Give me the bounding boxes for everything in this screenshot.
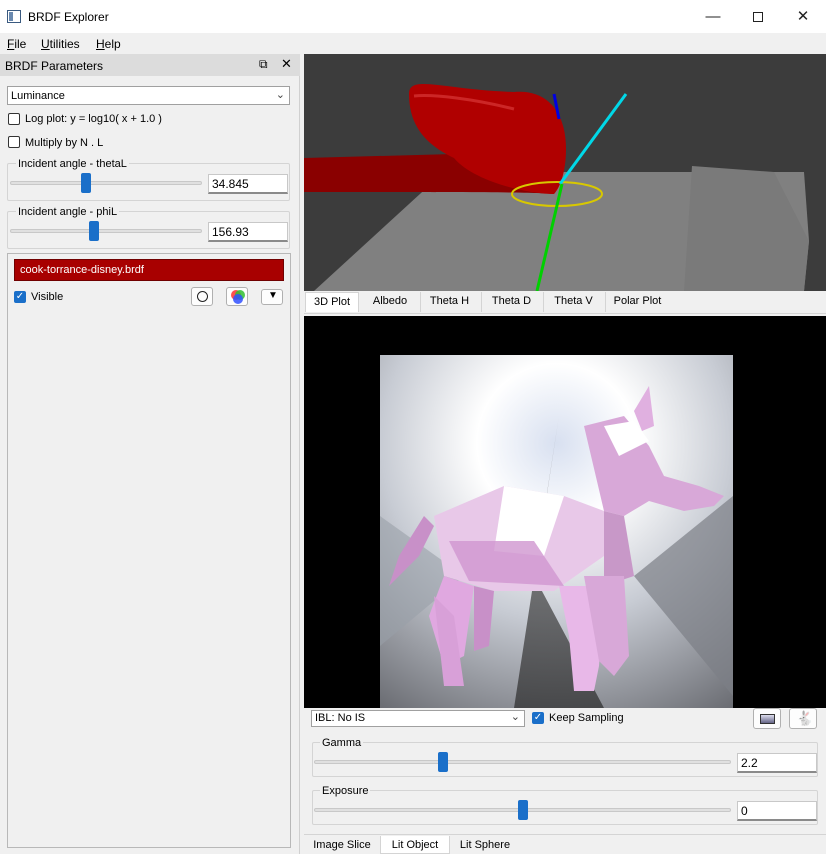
mode-select-value: Luminance [11,90,65,102]
brdf-name: cook-torrance-disney.brdf [20,264,144,276]
gamma-label: Gamma [320,737,364,749]
dock-title: BRDF Parameters [5,59,104,73]
chevron-down-icon: ⌄ [275,89,285,101]
chevron-down-icon: ⌄ [510,711,520,723]
gamma-slider-handle[interactable] [438,752,449,772]
exposure-slider-handle[interactable] [517,800,528,820]
save-image-button[interactable] [753,708,781,729]
visible-checkbox[interactable]: ✓ [14,291,26,303]
color-wheel-icon [231,290,245,304]
lit-object-canvas [380,355,733,708]
maximize-icon [753,12,763,23]
tab-image-slice[interactable]: Image Slice [306,836,378,854]
tab-theta-d[interactable]: Theta D [481,292,541,312]
log-plot-label: Log plot: y = log10( x + 1.0 ) [25,113,162,125]
phi-label: Incident angle - phiL [16,206,120,218]
solo-button[interactable] [191,287,213,306]
menu-file-label: ile [14,37,27,51]
theta-slider-handle[interactable] [81,173,92,193]
load-object-button[interactable]: 🐇 [789,708,817,729]
tab-lit-sphere[interactable]: Lit Sphere [452,836,518,854]
menu-utilities-accel: U [41,37,50,51]
app-icon [7,10,21,23]
menu-file[interactable]: File [7,37,26,51]
dropdown-arrow-icon: ▼ [268,290,278,301]
menu-bar [0,33,826,54]
keep-sampling-checkbox[interactable]: ✓ [532,712,544,724]
tab-lit-object[interactable]: Lit Object [380,836,450,854]
brdf-list [7,253,291,848]
3d-plot-canvas [304,54,826,291]
minimize-button[interactable]: — [690,2,736,32]
float-icon[interactable]: ⧉ [259,57,268,72]
theta-slider-track[interactable] [10,181,202,185]
color-button[interactable] [226,287,248,306]
menu-utilities[interactable]: Utilities [41,37,80,51]
multiply-checkbox[interactable] [8,136,20,148]
image-icon [760,714,775,724]
maximize-button[interactable] [735,2,781,32]
brdf-options-button[interactable]: ▼ [261,289,283,305]
phi-slider-handle[interactable] [89,221,100,241]
theta-label: Incident angle - thetaL [16,158,129,170]
log-plot-checkbox[interactable] [8,113,20,125]
keep-sampling-label: Keep Sampling [549,712,624,724]
dock-close-icon[interactable]: ✕ [281,56,292,72]
lit-object-view[interactable] [304,316,826,708]
window-title: BRDF Explorer [28,10,109,24]
multiply-label: Multiply by N . L [25,137,104,149]
phi-slider-track[interactable] [10,229,202,233]
3d-plot-view[interactable] [304,54,826,291]
tab-3d-plot[interactable]: 3D Plot [305,292,359,312]
mode-select[interactable]: Luminance ⌄ [7,86,290,105]
visible-label: Visible [31,291,64,303]
menu-utilities-label: tilities [49,37,80,51]
theta-value-field[interactable]: 34.845 [208,174,288,194]
exposure-value-field[interactable]: 0 [737,801,817,821]
gamma-slider-track[interactable] [314,760,731,764]
phi-value-field[interactable]: 156.93 [208,222,288,242]
tab-polar-plot[interactable]: Polar Plot [605,292,669,312]
circle-icon [197,291,208,302]
tab-theta-h[interactable]: Theta H [420,292,478,312]
menu-help-accel: H [96,37,105,51]
exposure-label: Exposure [320,785,371,797]
bunny-icon: 🐇 [796,710,814,726]
tab-albedo[interactable]: Albedo [363,292,417,312]
close-icon: ✕ [796,8,810,25]
menu-help[interactable]: Help [96,37,121,51]
tab-theta-v[interactable]: Theta V [543,292,603,312]
menu-help-label: elp [104,37,121,51]
ibl-mode-select[interactable]: IBL: No IS ⌄ [311,710,525,727]
ibl-mode-value: IBL: No IS [315,712,366,724]
close-button[interactable]: ✕ [780,2,826,32]
minimize-icon: — [705,8,721,25]
gamma-value-field[interactable]: 2.2 [737,753,817,773]
